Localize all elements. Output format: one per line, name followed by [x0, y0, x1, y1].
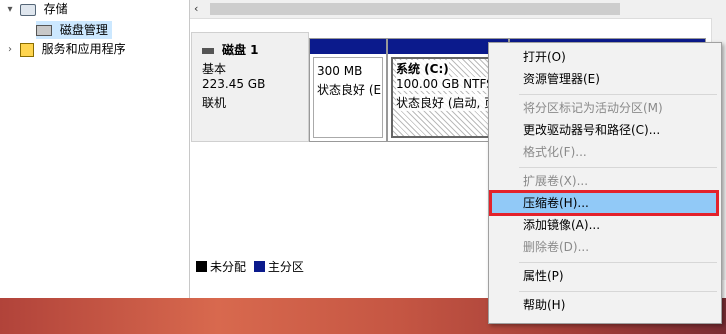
horizontal-scrollbar[interactable]: ‹: [190, 0, 726, 19]
navigation-tree: ▾ 存储 磁盘管理 › 服务和应用程序: [0, 0, 190, 298]
menu-item-properties[interactable]: 属性(P): [491, 265, 717, 287]
partition-body: 300 MB 状态良好 (E: [313, 57, 383, 138]
menu-item-shrink-volume[interactable]: 压缩卷(H)...: [489, 190, 719, 216]
scroll-left-icon[interactable]: ‹: [194, 2, 198, 15]
partition-name: 系统 (C:): [396, 60, 449, 77]
disk-drive-icon: [36, 25, 52, 36]
menu-separator: [519, 94, 717, 95]
partition-status: 状态良好 (启动, 页: [396, 94, 497, 111]
primary-swatch: [253, 261, 265, 272]
menu-separator: [519, 262, 717, 263]
partition-recovery[interactable]: 300 MB 状态良好 (E: [309, 38, 387, 142]
disk-title: 磁盘 1: [202, 41, 259, 58]
scrollbar-thumb[interactable]: [210, 3, 620, 15]
partition-size: 100.00 GB NTFS: [396, 77, 494, 91]
partition-size: 300 MB: [317, 64, 363, 78]
chevron-right-icon[interactable]: ›: [4, 41, 16, 59]
tree-item-label: 磁盘管理: [59, 23, 108, 37]
partition-status: 状态良好 (E: [317, 81, 382, 98]
disk-name: 磁盘 1: [222, 43, 259, 57]
menu-item-extend-volume[interactable]: 扩展卷(X)...: [491, 170, 717, 192]
tree-item-disk-management[interactable]: 磁盘管理: [36, 21, 112, 39]
disk-icon: [202, 47, 214, 54]
context-menu: 打开(O) 资源管理器(E) 将分区标记为活动分区(M) 更改驱动器号和路径(C…: [488, 42, 722, 324]
disk-type: 基本: [202, 62, 227, 76]
menu-item-format[interactable]: 格式化(F)...: [491, 141, 717, 163]
disk-status: 联机: [202, 96, 227, 110]
menu-item-explorer[interactable]: 资源管理器(E): [491, 68, 717, 90]
unallocated-swatch: [196, 261, 207, 272]
storage-icon: [19, 3, 36, 16]
legend: 未分配 主分区: [196, 258, 304, 275]
chevron-down-icon[interactable]: ▾: [4, 1, 16, 19]
tree-item-storage[interactable]: ▾ 存储: [4, 0, 68, 19]
tree-item-label: 存储: [43, 2, 68, 16]
legend-primary: 主分区: [267, 260, 304, 274]
menu-item-mark-active[interactable]: 将分区标记为活动分区(M): [491, 97, 717, 119]
menu-item-add-mirror[interactable]: 添加镜像(A)...: [491, 214, 717, 236]
legend-unallocated: 未分配: [210, 260, 247, 274]
menu-separator: [519, 291, 717, 292]
tree-item-label: 服务和应用程序: [41, 42, 126, 56]
partition-type-bar: [310, 39, 386, 54]
disk-info-box[interactable]: 磁盘 1 基本 223.45 GB 联机: [191, 32, 309, 142]
menu-item-change-drive-letter[interactable]: 更改驱动器号和路径(C)...: [491, 119, 717, 141]
menu-item-help[interactable]: 帮助(H): [491, 294, 717, 316]
menu-separator: [519, 167, 717, 168]
menu-item-open[interactable]: 打开(O): [491, 46, 717, 68]
tree-item-services[interactable]: › 服务和应用程序: [4, 40, 126, 58]
menu-item-delete-volume[interactable]: 删除卷(D)...: [491, 236, 717, 258]
services-icon: [19, 42, 34, 57]
disk-size: 223.45 GB: [202, 77, 266, 91]
